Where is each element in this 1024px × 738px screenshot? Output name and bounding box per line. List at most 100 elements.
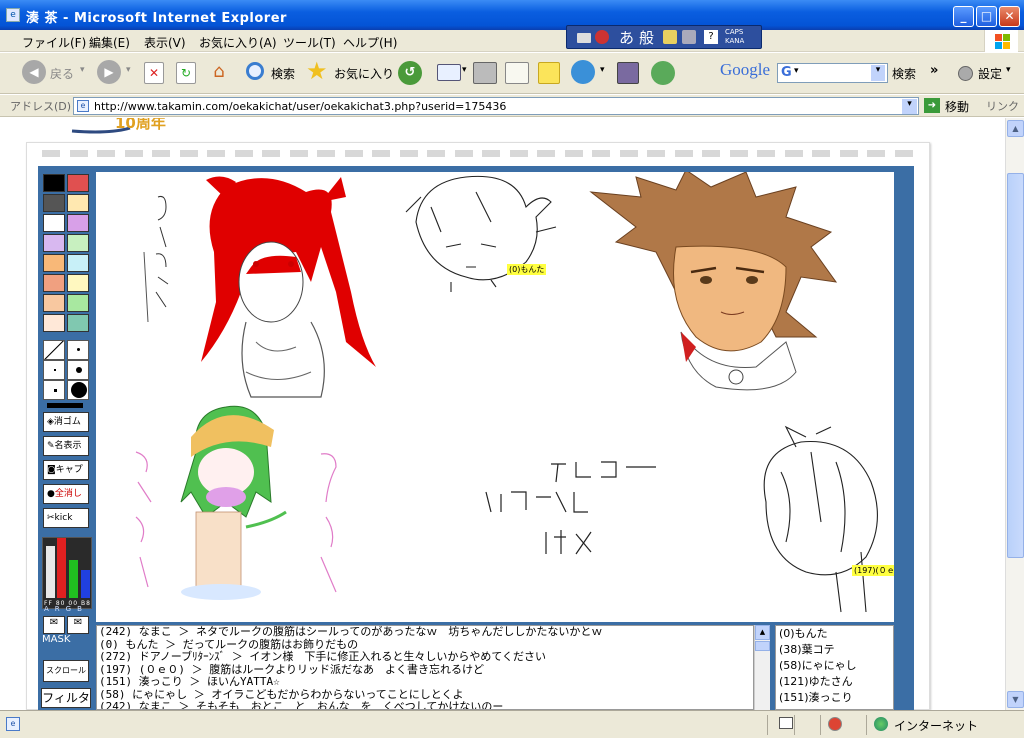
- page-view-icon[interactable]: [779, 717, 793, 729]
- user-list-item[interactable]: (0)もんた: [776, 626, 893, 642]
- google-g-dropdown-icon[interactable]: ▾: [794, 66, 799, 76]
- menu-view[interactable]: 表示(V): [144, 34, 186, 51]
- research-icon[interactable]: [617, 62, 639, 84]
- forward-dropdown-icon[interactable]: ▾: [126, 65, 131, 75]
- address-dropdown-icon[interactable]: ▾: [902, 99, 917, 114]
- ime-input-mode[interactable]: あ: [619, 27, 634, 48]
- color-swatch[interactable]: [67, 294, 89, 312]
- close-button[interactable]: ✕: [999, 6, 1020, 27]
- chat-scroll-up-icon[interactable]: ▲: [755, 625, 770, 640]
- user-list-item[interactable]: (151)湊っこり: [776, 690, 893, 706]
- back-button-label[interactable]: 戻る: [50, 65, 74, 82]
- minimize-button[interactable]: _: [953, 6, 974, 27]
- red-bar[interactable]: [57, 538, 66, 598]
- scroll-down-arrow-icon[interactable]: ▼: [1007, 691, 1024, 708]
- keyboard-icon[interactable]: [577, 33, 591, 43]
- go-arrow-icon[interactable]: ➜: [924, 98, 940, 113]
- mail-dropdown-icon[interactable]: ▾: [462, 65, 467, 75]
- address-url[interactable]: http://www.takamin.com/oekakichat/user/o…: [94, 100, 506, 113]
- user-list-item[interactable]: (58)にゃにゃし: [776, 658, 893, 674]
- messenger-dropdown-icon[interactable]: ▾: [600, 65, 605, 75]
- forward-arrow-icon[interactable]: ▶: [97, 60, 121, 84]
- rgb-slider-panel[interactable]: FF 80 00 B8: [42, 537, 92, 609]
- notes-icon[interactable]: [538, 62, 560, 84]
- color-swatch[interactable]: [67, 234, 89, 252]
- back-dropdown-icon[interactable]: ▾: [80, 65, 85, 75]
- alpha-bar[interactable]: [46, 546, 55, 598]
- scroll-thumb[interactable]: [1007, 173, 1024, 558]
- print-icon[interactable]: [473, 62, 497, 84]
- blue-bar[interactable]: [81, 570, 90, 598]
- contacts-icon[interactable]: [651, 61, 675, 85]
- drawing-canvas[interactable]: (0)もんた (197)(０ｅ０): [96, 172, 894, 622]
- filter-button[interactable]: フィルタ: [41, 688, 91, 708]
- edit-icon[interactable]: [505, 62, 529, 84]
- green-bar[interactable]: [69, 560, 78, 598]
- color-swatch[interactable]: [67, 174, 89, 192]
- color-swatch[interactable]: [43, 174, 65, 192]
- toolbar-overflow-chevron[interactable]: »: [930, 63, 938, 78]
- popup-blocked-icon[interactable]: [828, 717, 842, 731]
- name-show-tool[interactable]: ✎名表示: [43, 436, 89, 456]
- ime-dictionary-icon[interactable]: [663, 30, 677, 44]
- brush-size-dot-small[interactable]: [67, 340, 89, 360]
- brush-size-dot-2[interactable]: [43, 380, 65, 400]
- google-input-dropdown-icon[interactable]: ▾: [871, 65, 885, 81]
- menu-edit[interactable]: 編集(E): [89, 34, 130, 51]
- page-vertical-scrollbar[interactable]: ▲ ▼: [1005, 118, 1024, 710]
- chat-scrollbar[interactable]: ▲: [754, 625, 770, 710]
- favorites-button-label[interactable]: お気に入り: [334, 65, 394, 82]
- stop-icon[interactable]: ✕: [144, 62, 164, 84]
- menu-tools[interactable]: ツール(T): [283, 34, 336, 51]
- color-swatch[interactable]: [43, 194, 65, 212]
- ime-pad-icon[interactable]: [595, 30, 609, 44]
- color-swatch[interactable]: [43, 214, 65, 232]
- ie-page-icon[interactable]: e: [6, 8, 20, 22]
- favorites-star-icon[interactable]: ★: [306, 57, 328, 85]
- clear-all-tool[interactable]: ●全消し: [43, 484, 89, 504]
- history-icon[interactable]: ↺: [398, 61, 422, 85]
- color-swatch[interactable]: [43, 254, 65, 272]
- color-swatch[interactable]: [43, 314, 65, 332]
- eraser-tool[interactable]: ◈消ゴム: [43, 412, 89, 432]
- messenger-icon[interactable]: [571, 60, 595, 84]
- menu-help[interactable]: ヘルプ(H): [343, 34, 397, 51]
- capture-tool[interactable]: ◙キャプ: [43, 460, 89, 480]
- chat-log[interactable]: (242) なまこ ＞ ネタでルークの腹筋はシールってのがあったなｗ 坊ちゃんだ…: [96, 625, 754, 710]
- user-list-item[interactable]: (38)葉コテ: [776, 642, 893, 658]
- refresh-icon[interactable]: ↻: [176, 62, 196, 84]
- scroll-tool[interactable]: スクロール: [43, 660, 89, 682]
- mask-envelope-icon-1[interactable]: ✉: [43, 616, 65, 634]
- address-input[interactable]: e http://www.takamin.com/oekakichat/user…: [73, 97, 919, 115]
- ime-tool-icon[interactable]: [682, 30, 696, 44]
- user-list-item[interactable]: (121)ゆたさん: [776, 674, 893, 690]
- color-swatch[interactable]: [67, 214, 89, 232]
- color-swatch[interactable]: [43, 294, 65, 312]
- search-button-label[interactable]: 検索: [271, 65, 295, 82]
- color-swatch[interactable]: [43, 274, 65, 292]
- color-swatch[interactable]: [67, 314, 89, 332]
- scroll-up-arrow-icon[interactable]: ▲: [1007, 120, 1024, 137]
- google-search-input[interactable]: G ▾ ▾: [777, 63, 888, 83]
- google-search-button[interactable]: 検索: [892, 65, 916, 82]
- back-arrow-icon[interactable]: ◀: [22, 60, 46, 84]
- color-swatch[interactable]: [67, 194, 89, 212]
- menu-file[interactable]: ファイル(F): [22, 34, 86, 51]
- brush-size-dot-1[interactable]: [43, 360, 65, 380]
- color-swatch[interactable]: [67, 274, 89, 292]
- settings-gear-icon[interactable]: [958, 66, 973, 81]
- links-label[interactable]: リンク: [986, 98, 1019, 114]
- menu-favorites[interactable]: お気に入り(A): [199, 34, 277, 51]
- color-swatch[interactable]: [67, 254, 89, 272]
- mail-icon[interactable]: [437, 64, 461, 81]
- kick-tool[interactable]: ✂kick: [43, 508, 89, 528]
- home-icon[interactable]: ⌂: [207, 62, 231, 84]
- brush-size-dot-large[interactable]: [67, 380, 89, 400]
- brush-size-dot-medium[interactable]: [67, 360, 89, 380]
- color-swatch[interactable]: [43, 234, 65, 252]
- mask-envelope-icon-2[interactable]: ✉: [67, 616, 89, 634]
- search-icon[interactable]: [246, 62, 264, 80]
- brush-line-tool[interactable]: [43, 340, 65, 360]
- settings-button-label[interactable]: 設定: [978, 65, 1002, 82]
- chat-scroll-thumb[interactable]: [755, 641, 770, 651]
